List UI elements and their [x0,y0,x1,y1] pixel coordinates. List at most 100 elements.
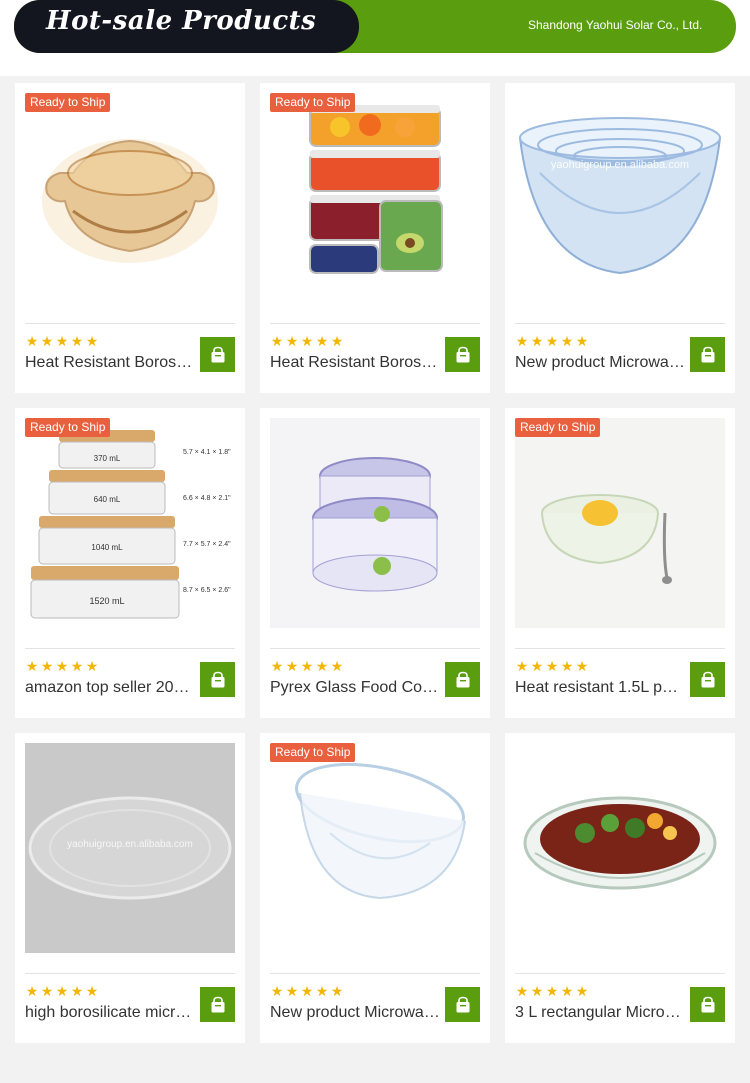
product-image[interactable] [515,743,725,953]
star-icon: ★ [270,658,284,674]
add-to-cart-button[interactable] [690,662,725,697]
rating-stars: ★ ★ ★ ★ ★ [270,659,344,673]
divider [270,323,480,324]
header: Hot-sale Products Shandong Yaohui Solar … [0,0,750,76]
star-icon: ★ [25,658,39,674]
divider [515,973,725,974]
product-card[interactable]: Ready to Ship ★ ★ ★ ★ ★ Heat resistant 1.5L py… [505,408,735,718]
svg-text:640 mL: 640 mL [94,495,121,504]
svg-text:370 mL: 370 mL [94,454,121,463]
product-title[interactable]: Heat Resistant Borosilicate Glass Casser… [25,354,195,372]
product-image[interactable] [270,93,480,303]
star-icon: ★ [515,658,529,674]
divider [25,973,235,974]
product-card[interactable]: yaohuigroup.en.alibaba.com ★ ★ ★ ★ ★ high boro… [15,733,245,1043]
product-title[interactable]: New product Microwave Glass Salad Bowl [270,1004,440,1022]
star-icon: ★ [40,658,54,674]
ready-to-ship-badge: Ready to Ship [25,418,111,437]
shopping-bag-icon [211,346,224,362]
ready-to-ship-badge: Ready to Ship [270,93,356,112]
add-to-cart-button[interactable] [200,662,235,697]
star-icon: ★ [330,983,344,999]
star-icon: ★ [55,333,69,349]
section-title: Hot-sale Products [46,6,317,36]
ready-to-ship-badge: Ready to Ship [515,418,601,437]
shopping-bag-icon [701,671,714,687]
product-card[interactable]: yaohuigroup.en.alibaba.com ★ ★ ★ ★ ★ New produ… [505,83,735,393]
svg-text:yaohuigroup.en.alibaba.com: yaohuigroup.en.alibaba.com [67,839,193,850]
product-image[interactable] [515,418,725,628]
product-card[interactable]: ★★★★★ Pyrex Glass Food Containers Round [260,408,490,718]
rating-stars: ★ ★ ★ ★ ★ [270,334,344,348]
product-image[interactable]: yaohuigroup.en.alibaba.com [25,743,235,953]
svg-text:8.7 × 6.5 × 2.6": 8.7 × 6.5 × 2.6" [183,587,231,594]
star-icon: ★ [315,333,329,349]
add-to-cart-button[interactable] [200,987,235,1022]
product-image[interactable]: yaohuigroup.en.alibaba.com [515,93,725,303]
divider [25,648,235,649]
rating-stars: ★ ★ ★ ★ ★ [25,984,99,998]
product-image[interactable] [270,418,480,628]
star-icon: ★ [285,983,299,999]
star-icon: ★ [270,333,284,349]
product-card[interactable]: ★★★★★ 3 L rectangular Microwave Glass Bak… [505,733,735,1043]
star-icon: ★ [515,983,529,999]
product-title[interactable]: amazon top seller 2019 glass food contai… [25,679,195,697]
star-icon: ★ [530,333,544,349]
shopping-bag-icon [211,671,224,687]
svg-text:7.7 × 5.7 × 2.4": 7.7 × 5.7 × 2.4" [183,541,231,548]
star-icon: ★ [55,658,69,674]
product-title[interactable]: Heat Resistant Borosilicate Glass Food C… [270,354,440,372]
product-title[interactable]: New product Microwave Glass Mixing Bowl … [515,354,685,372]
rating-stars: ★ ★ ★ ★ ★ [270,984,344,998]
add-to-cart-button[interactable] [690,987,725,1022]
product-title[interactable]: Pyrex Glass Food Containers Round [270,679,440,697]
star-icon: ★ [25,983,39,999]
rating-stars: ★ ★ ★ ★ ★ [25,659,99,673]
star-icon: ★ [545,983,559,999]
product-title[interactable]: high borosilicate microwave glass plate [25,1004,195,1022]
star-icon: ★ [575,658,589,674]
divider [25,323,235,324]
shopping-bag-icon [456,346,469,362]
product-image[interactable] [25,93,235,303]
add-to-cart-button[interactable] [445,662,480,697]
star-icon: ★ [530,983,544,999]
star-icon: ★ [70,658,84,674]
star-icon: ★ [85,658,99,674]
add-to-cart-button[interactable] [445,987,480,1022]
product-image[interactable]: 370 mL 640 mL 1040 mL 1520 mL 5.7 × 4.1 … [25,418,235,628]
product-title[interactable]: 3 L rectangular Microwave Glass Baking D… [515,1004,685,1022]
star-icon: ★ [560,658,574,674]
rating-stars: ★ ★ ★ ★ ★ [515,659,589,673]
product-card[interactable]: Ready to Ship ★ ★ ★ ★ ★ New product Microwave … [260,733,490,1043]
product-title[interactable]: Heat resistant 1.5L pyrex glass casserol… [515,679,685,697]
svg-text:yaohuigroup.en.alibaba.com: yaohuigroup.en.alibaba.com [551,159,689,171]
company-name[interactable]: Shandong Yaohui Solar Co., Ltd. [528,18,702,32]
rating-stars: ★ ★ ★ ★ ★ [25,334,99,348]
star-icon: ★ [270,983,284,999]
svg-text:5.7 × 4.1 × 1.8": 5.7 × 4.1 × 1.8" [183,449,231,456]
star-icon: ★ [85,983,99,999]
star-icon: ★ [575,983,589,999]
product-card[interactable]: Ready to Ship ★ ★ ★ ★ ★ Heat Resistant Borosil… [260,83,490,393]
divider [515,323,725,324]
star-icon: ★ [315,658,329,674]
product-card[interactable]: 370 mL 640 mL 1040 mL 1520 mL 5.7 × 4.1 … [15,408,245,718]
rating-stars: ★ ★ ★ ★ ★ [515,334,589,348]
star-icon: ★ [300,658,314,674]
add-to-cart-button[interactable] [445,337,480,372]
rating-stars: ★ ★ ★ ★ ★ [515,984,589,998]
star-icon: ★ [315,983,329,999]
product-card[interactable]: Ready to Ship ★ ★ ★ ★ ★ Heat Resistant Borosil… [15,83,245,393]
star-icon: ★ [40,983,54,999]
divider [270,648,480,649]
star-icon: ★ [530,658,544,674]
star-icon: ★ [300,983,314,999]
add-to-cart-button[interactable] [200,337,235,372]
ready-to-ship-badge: Ready to Ship [25,93,111,112]
add-to-cart-button[interactable] [690,337,725,372]
product-image[interactable] [270,743,480,953]
shopping-bag-icon [701,346,714,362]
star-icon: ★ [545,658,559,674]
